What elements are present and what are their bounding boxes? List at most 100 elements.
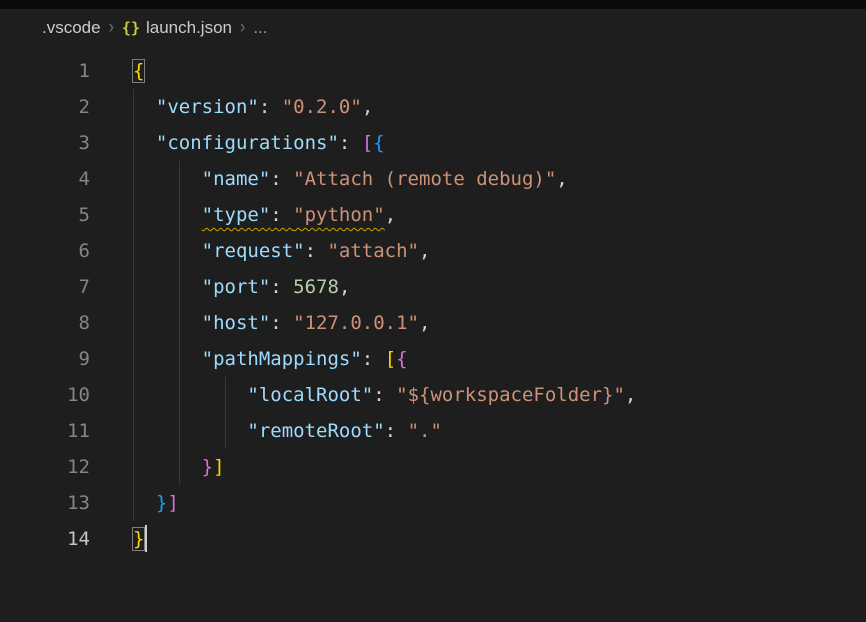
line-content[interactable]: "version": "0.2.0",	[90, 89, 866, 125]
code-token: }	[202, 456, 213, 478]
code-token: "name"	[202, 168, 271, 190]
breadcrumb-separator-icon: ›	[240, 17, 245, 39]
code-token: "0.2.0"	[282, 96, 362, 118]
code-token: ,	[419, 240, 430, 262]
line-content[interactable]: "pathMappings": [{	[90, 341, 866, 377]
code-line[interactable]: 6 "request": "attach",	[0, 233, 866, 269]
breadcrumb-label: .vscode	[42, 18, 101, 38]
code-token: :	[362, 348, 385, 370]
code-token	[133, 204, 202, 226]
line-number[interactable]: 1	[0, 53, 90, 89]
line-content[interactable]: "configurations": [{	[90, 125, 866, 161]
code-token: "Attach (remote debug)"	[293, 168, 556, 190]
code-token: [	[385, 348, 396, 370]
code-token: "remoteRoot"	[247, 420, 384, 442]
code-token: "port"	[202, 276, 271, 298]
json-braces-icon: {}	[122, 19, 140, 37]
code-token	[133, 492, 156, 514]
code-token: "version"	[156, 96, 259, 118]
code-token: :	[270, 312, 293, 334]
code-token	[133, 96, 156, 118]
code-token	[133, 312, 202, 334]
code-token: "${workspaceFolder}"	[396, 384, 625, 406]
line-number[interactable]: 12	[0, 449, 90, 485]
code-token: :	[305, 240, 328, 262]
line-number[interactable]: 2	[0, 89, 90, 125]
code-token: :	[373, 384, 396, 406]
code-token: "host"	[202, 312, 271, 334]
code-token	[133, 168, 202, 190]
code-token	[133, 384, 247, 406]
code-token: :	[270, 204, 293, 226]
code-token: ,	[362, 96, 373, 118]
breadcrumb-separator-icon: ›	[109, 17, 114, 39]
code-token: ]	[213, 456, 224, 478]
breadcrumb: .vscode › {}launch.json ›...	[0, 9, 866, 47]
code-token: "type"	[202, 204, 271, 226]
code-token: :	[259, 96, 282, 118]
line-content[interactable]: "type": "python",	[90, 197, 866, 233]
code-line[interactable]: 14}	[0, 521, 866, 557]
code-token: ]	[167, 492, 178, 514]
code-token: "pathMappings"	[202, 348, 362, 370]
line-content[interactable]: "remoteRoot": "."	[90, 413, 866, 449]
line-number[interactable]: 3	[0, 125, 90, 161]
line-content[interactable]: }]	[90, 449, 866, 485]
code-line[interactable]: 11 "remoteRoot": "."	[0, 413, 866, 449]
line-number[interactable]: 9	[0, 341, 90, 377]
line-number[interactable]: 6	[0, 233, 90, 269]
code-token: "localRoot"	[247, 384, 373, 406]
line-content[interactable]: {	[90, 53, 866, 89]
code-token: ,	[556, 168, 567, 190]
code-line[interactable]: 5 "type": "python",	[0, 197, 866, 233]
breadcrumb-item-symbol-path[interactable]: ...	[253, 18, 267, 38]
line-number[interactable]: 5	[0, 197, 90, 233]
line-content[interactable]: "request": "attach",	[90, 233, 866, 269]
breadcrumb-item-vscode-folder[interactable]: .vscode	[42, 18, 101, 38]
code-line[interactable]: 7 "port": 5678,	[0, 269, 866, 305]
code-line[interactable]: 1{	[0, 53, 866, 89]
code-token: {	[396, 348, 407, 370]
code-token: :	[339, 132, 362, 154]
code-line[interactable]: 2 "version": "0.2.0",	[0, 89, 866, 125]
code-token	[133, 348, 202, 370]
line-content[interactable]: }	[90, 521, 866, 557]
editor-code[interactable]: 1{2 "version": "0.2.0",3 "configurations…	[0, 47, 866, 557]
code-token: ,	[339, 276, 350, 298]
line-content[interactable]: }]	[90, 485, 866, 521]
code-token	[133, 132, 156, 154]
code-line[interactable]: 10 "localRoot": "${workspaceFolder}",	[0, 377, 866, 413]
code-token: [	[362, 132, 373, 154]
code-token: ,	[385, 204, 396, 226]
line-number[interactable]: 8	[0, 305, 90, 341]
code-line[interactable]: 13 }]	[0, 485, 866, 521]
line-content[interactable]: "host": "127.0.0.1",	[90, 305, 866, 341]
code-line[interactable]: 4 "name": "Attach (remote debug)",	[0, 161, 866, 197]
line-number[interactable]: 11	[0, 413, 90, 449]
breadcrumb-item-launch-json-file[interactable]: {}launch.json	[122, 18, 232, 38]
code-token: :	[385, 420, 408, 442]
code-token: "configurations"	[156, 132, 339, 154]
matched-bracket: {	[133, 60, 144, 82]
code-token: {	[373, 132, 384, 154]
line-content[interactable]: "port": 5678,	[90, 269, 866, 305]
code-line[interactable]: 8 "host": "127.0.0.1",	[0, 305, 866, 341]
code-line[interactable]: 12 }]	[0, 449, 866, 485]
line-number[interactable]: 10	[0, 377, 90, 413]
code-token	[133, 276, 202, 298]
code-token	[133, 420, 247, 442]
line-content[interactable]: "localRoot": "${workspaceFolder}",	[90, 377, 866, 413]
line-number[interactable]: 7	[0, 269, 90, 305]
line-number[interactable]: 14	[0, 521, 90, 557]
code-token: "attach"	[327, 240, 419, 262]
matched-bracket: }	[133, 528, 144, 550]
code-token: "request"	[202, 240, 305, 262]
code-token: ,	[625, 384, 636, 406]
breadcrumb-label: ...	[253, 18, 267, 38]
line-content[interactable]: "name": "Attach (remote debug)",	[90, 161, 866, 197]
code-line[interactable]: 9 "pathMappings": [{	[0, 341, 866, 377]
code-line[interactable]: 3 "configurations": [{	[0, 125, 866, 161]
line-number[interactable]: 13	[0, 485, 90, 521]
code-token: :	[270, 168, 293, 190]
line-number[interactable]: 4	[0, 161, 90, 197]
